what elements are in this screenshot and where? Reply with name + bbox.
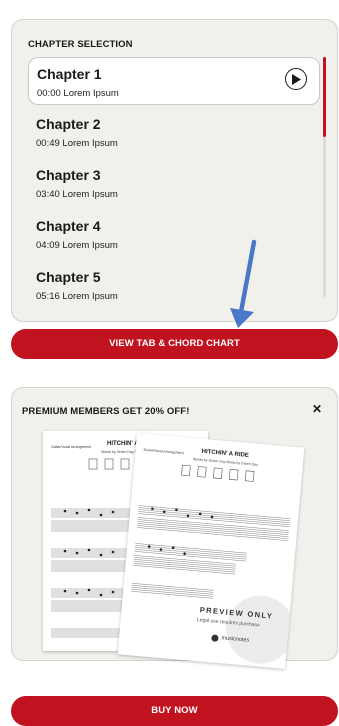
- buy-now-button[interactable]: BUY NOW: [11, 696, 338, 726]
- chapter-selection-panel: CHAPTER SELECTION Chapter 1 00:00 Lorem …: [11, 19, 338, 322]
- chapter-time: 00:49 Lorem Ipsum: [36, 138, 118, 149]
- chapter-time: 05:16 Lorem Ipsum: [36, 291, 118, 302]
- chapter-item-3[interactable]: Chapter 3 03:40 Lorem Ipsum: [28, 159, 320, 207]
- sheet-music-preview-front: Guitar/Vocal Arrangement HITCHIN' A RIDE…: [117, 433, 305, 669]
- play-icon[interactable]: [285, 68, 307, 90]
- promo-title: PREMIUM MEMBERS GET 20% OFF!: [22, 406, 190, 417]
- chapter-item-2[interactable]: Chapter 2 00:49 Lorem Ipsum: [28, 108, 320, 156]
- chapter-name: Chapter 4: [36, 218, 101, 234]
- close-icon[interactable]: ✕: [312, 402, 322, 416]
- view-tab-chord-chart-button[interactable]: VIEW TAB & CHORD CHART: [11, 329, 338, 359]
- chapter-list-scrollbar[interactable]: [323, 57, 326, 297]
- chapter-time: 00:00 Lorem Ipsum: [37, 88, 119, 99]
- chapter-name: Chapter 1: [37, 66, 102, 82]
- arrow-down-icon: [230, 239, 257, 328]
- chapter-item-1[interactable]: Chapter 1 00:00 Lorem Ipsum: [28, 57, 320, 105]
- chapter-name: Chapter 3: [36, 167, 101, 183]
- chapter-name: Chapter 5: [36, 269, 101, 285]
- chapter-time: 03:40 Lorem Ipsum: [36, 189, 118, 200]
- sheet-notation-front: [131, 464, 295, 664]
- promo-panel: PREMIUM MEMBERS GET 20% OFF! ✕ Guitar/Vo…: [11, 387, 338, 669]
- chapter-selection-title: CHAPTER SELECTION: [28, 39, 133, 50]
- scrollbar-thumb[interactable]: [323, 57, 326, 137]
- chapter-time: 04:09 Lorem Ipsum: [36, 240, 118, 251]
- chapter-name: Chapter 2: [36, 116, 101, 132]
- chapter-item-4[interactable]: Chapter 4 04:09 Lorem Ipsum: [28, 210, 320, 258]
- chapter-item-5[interactable]: Chapter 5 05:16 Lorem Ipsum: [28, 261, 320, 309]
